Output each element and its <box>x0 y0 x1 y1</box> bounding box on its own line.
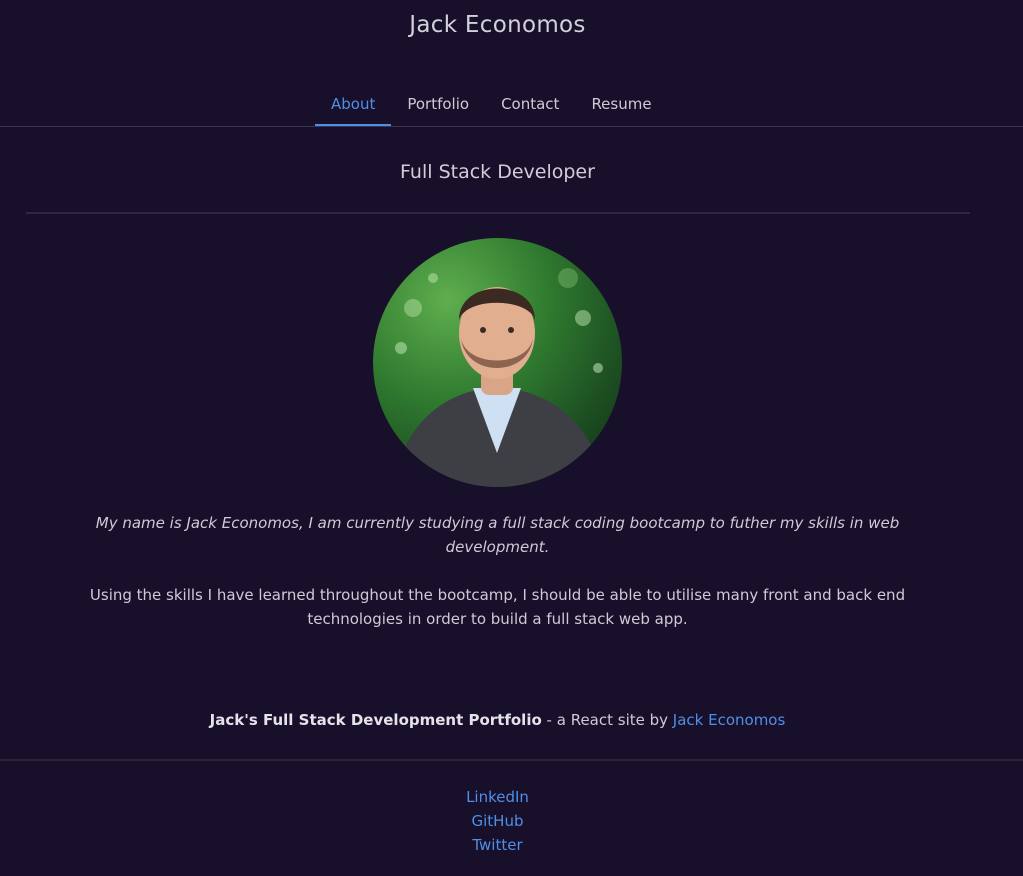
profile-photo-icon <box>393 268 605 487</box>
section-divider <box>26 212 970 214</box>
linkedin-link[interactable]: LinkedIn <box>0 785 995 809</box>
author-link[interactable]: Jack Economos <box>673 711 786 729</box>
footer-divider <box>0 759 1023 761</box>
bio-skills: Using the skills I have learned througho… <box>89 586 906 628</box>
tab-about[interactable]: About <box>315 84 392 126</box>
tab-portfolio[interactable]: Portfolio <box>391 84 485 126</box>
site-title: Jack Economos <box>409 12 586 38</box>
tab-resume[interactable]: Resume <box>575 84 667 126</box>
profile-photo <box>373 238 622 487</box>
social-links: LinkedIn GitHub Twitter <box>0 785 995 857</box>
bio-intro: My name is Jack Economos, I am currently… <box>95 514 900 556</box>
footer-credit: Jack's Full Stack Development Portfolio … <box>0 711 995 729</box>
tab-contact[interactable]: Contact <box>485 84 575 126</box>
footer-middle-text: - a React site by <box>541 711 673 729</box>
twitter-link[interactable]: Twitter <box>0 833 995 857</box>
page-headline: Full Stack Developer <box>400 161 595 183</box>
page: Jack Economos About Portfolio Contact Re… <box>0 0 1023 876</box>
footer-site-name: Jack's Full Stack Development Portfolio <box>209 711 542 729</box>
nav-tabs: About Portfolio Contact Resume <box>315 84 668 126</box>
github-link[interactable]: GitHub <box>0 809 995 833</box>
nav-bar: About Portfolio Contact Resume <box>0 84 1023 127</box>
